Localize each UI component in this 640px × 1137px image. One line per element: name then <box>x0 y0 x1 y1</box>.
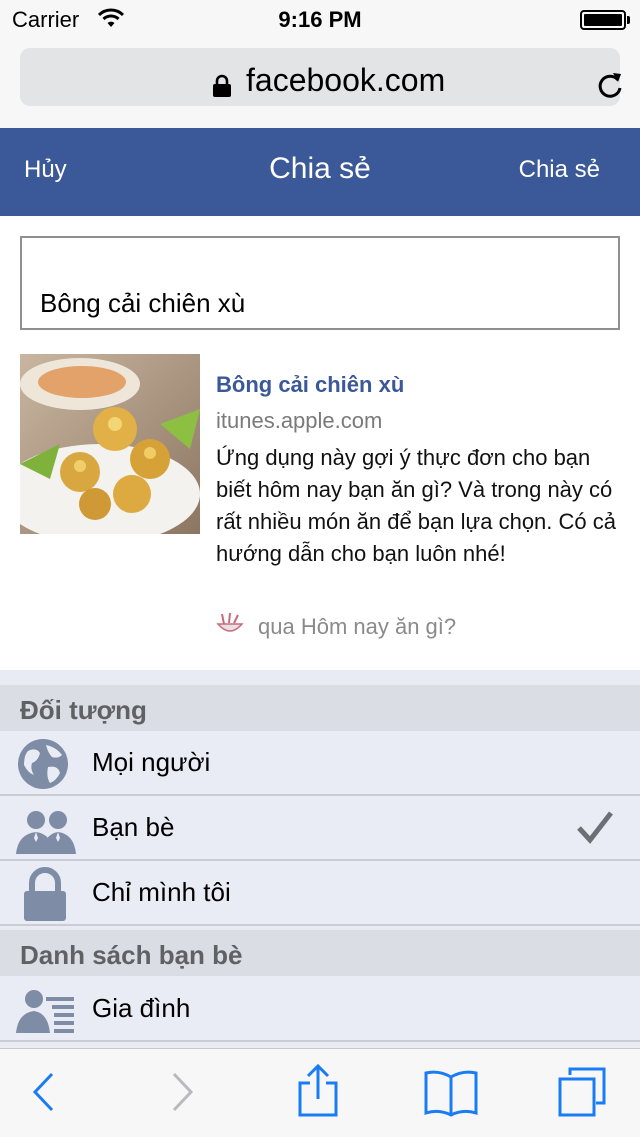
link-thumbnail <box>20 354 200 534</box>
option-label: Mọi người <box>92 747 211 777</box>
url-text: facebook.com <box>246 62 446 98</box>
friends-icon <box>16 802 76 861</box>
list-label: Gia đình <box>92 993 191 1023</box>
section-label: Đối tượng <box>20 695 147 725</box>
via-attribution: qua Hôm nay ăn gì? <box>258 614 457 639</box>
section-header-friend-lists: Danh sách bạn bè <box>0 930 640 976</box>
audience-option-everyone[interactable]: Mọi người <box>0 731 640 796</box>
clock: 9:16 PM <box>278 7 362 32</box>
message-text: Bông cải chiên xù <box>40 288 246 318</box>
share-header: Hủy Chia sẻ Chia sẻ <box>0 128 640 216</box>
status-bar: Carrier 9:16 PM <box>0 0 640 40</box>
checkmark-icon <box>576 810 614 849</box>
bookmarks-icon[interactable] <box>424 1067 478 1122</box>
friend-list-icon <box>16 983 76 1042</box>
back-icon[interactable] <box>30 1071 56 1118</box>
section-header-audience: Đối tượng <box>0 685 640 731</box>
section-label: Danh sách bạn bè <box>20 940 243 970</box>
friend-list-family[interactable]: Gia đình <box>0 977 640 1042</box>
app-icon <box>216 612 244 641</box>
browser-address-area: facebook.com <box>0 40 640 128</box>
share-icon[interactable] <box>296 1063 340 1124</box>
forward-icon[interactable] <box>170 1071 196 1118</box>
battery-tip <box>627 16 630 24</box>
link-domain: itunes.apple.com <box>216 408 383 433</box>
option-label: Bạn bè <box>92 812 175 842</box>
browser-toolbar <box>0 1048 640 1137</box>
battery-icon <box>580 10 626 30</box>
tabs-icon[interactable] <box>556 1065 608 1124</box>
link-description: Ứng dụng này gợi ý thực đơn cho bạn biết… <box>216 445 616 566</box>
lock-icon <box>22 867 68 928</box>
message-input[interactable]: Bông cải chiên xù <box>20 236 620 330</box>
secure-lock-icon <box>212 74 232 103</box>
option-label: Chỉ mình tôi <box>92 877 231 907</box>
reload-icon[interactable] <box>596 70 624 105</box>
audience-option-friends[interactable]: Bạn bè <box>0 796 640 861</box>
link-title[interactable]: Bông cải chiên xù <box>216 372 404 398</box>
address-bar[interactable]: facebook.com <box>20 48 622 106</box>
globe-icon <box>16 737 70 796</box>
share-button[interactable]: Chia sẻ <box>519 156 600 184</box>
audience-option-only-me[interactable]: Chỉ mình tôi <box>0 861 640 926</box>
